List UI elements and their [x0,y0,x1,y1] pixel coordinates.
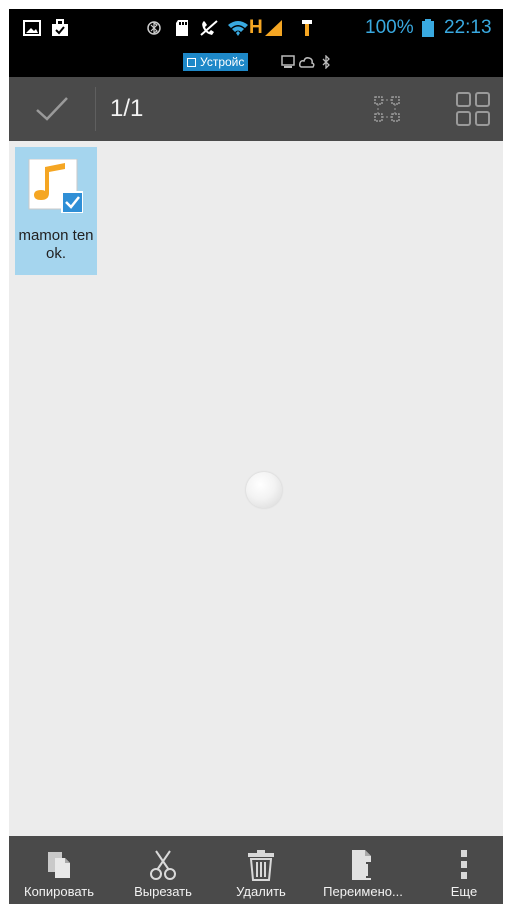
copy-button[interactable]: Копировать [9,836,109,904]
status-sub-row [9,49,503,77]
scissors-icon [150,850,176,880]
file-grid: mamon tenok. [9,141,503,836]
file-item[interactable]: mamon tenok. [15,147,97,275]
storage-chip[interactable]: Устройс [183,53,249,71]
select-all-icon [374,96,400,122]
clock: 22:13 [444,17,492,38]
cloud-icon [299,57,315,68]
bottom-toolbar: Копировать Вырезать Удалить Переимено...… [9,836,503,904]
check-icon [36,97,68,121]
battery-icon [422,19,434,37]
done-button[interactable] [9,77,95,141]
cut-button[interactable]: Вырезать [117,836,209,904]
signal-icon [265,20,282,36]
more-vertical-icon [461,850,467,879]
file-name: mamon tenok. [18,227,94,262]
more-button[interactable]: Еще [429,836,499,904]
cut-label: Вырезать [134,884,192,899]
selection-count: 1/1 [110,95,144,122]
bluetooth-small-icon [322,55,330,69]
copy-icon [48,852,70,878]
signal-alt-icon [302,20,312,36]
select-all-button[interactable] [357,77,417,141]
grid-view-icon [456,92,490,126]
bluetooth-icon [147,21,161,35]
rename-label: Переимено... [323,884,403,899]
computer-icon [281,55,295,68]
trash-icon [248,850,274,881]
delete-label: Удалить [236,884,286,899]
storage-chip-label: Устройс [200,55,245,69]
sd-card-icon [176,20,188,36]
status-bar: H 100% 22:13 [9,9,503,49]
copy-label: Копировать [24,884,94,899]
grid-view-button[interactable] [443,77,503,141]
battery-percent: 100% [365,17,414,38]
device-icon [187,57,196,67]
rename-icon [352,850,373,880]
action-bar: 1/1 [9,77,503,141]
network-type: H [249,17,263,38]
wifi-icon [228,21,248,36]
delete-button[interactable]: Удалить [219,836,303,904]
screen: H 100% 22:13 Устройс 1/1 mamon tenok. Ко… [9,9,503,904]
briefcase-icon [52,19,68,36]
divider [95,87,96,131]
image-icon [23,20,41,36]
loading-spinner [246,472,282,508]
more-label: Еще [450,884,478,899]
no-call-icon [200,20,218,36]
music-file-icon [28,159,83,213]
rename-button[interactable]: Переимено... [312,836,414,904]
